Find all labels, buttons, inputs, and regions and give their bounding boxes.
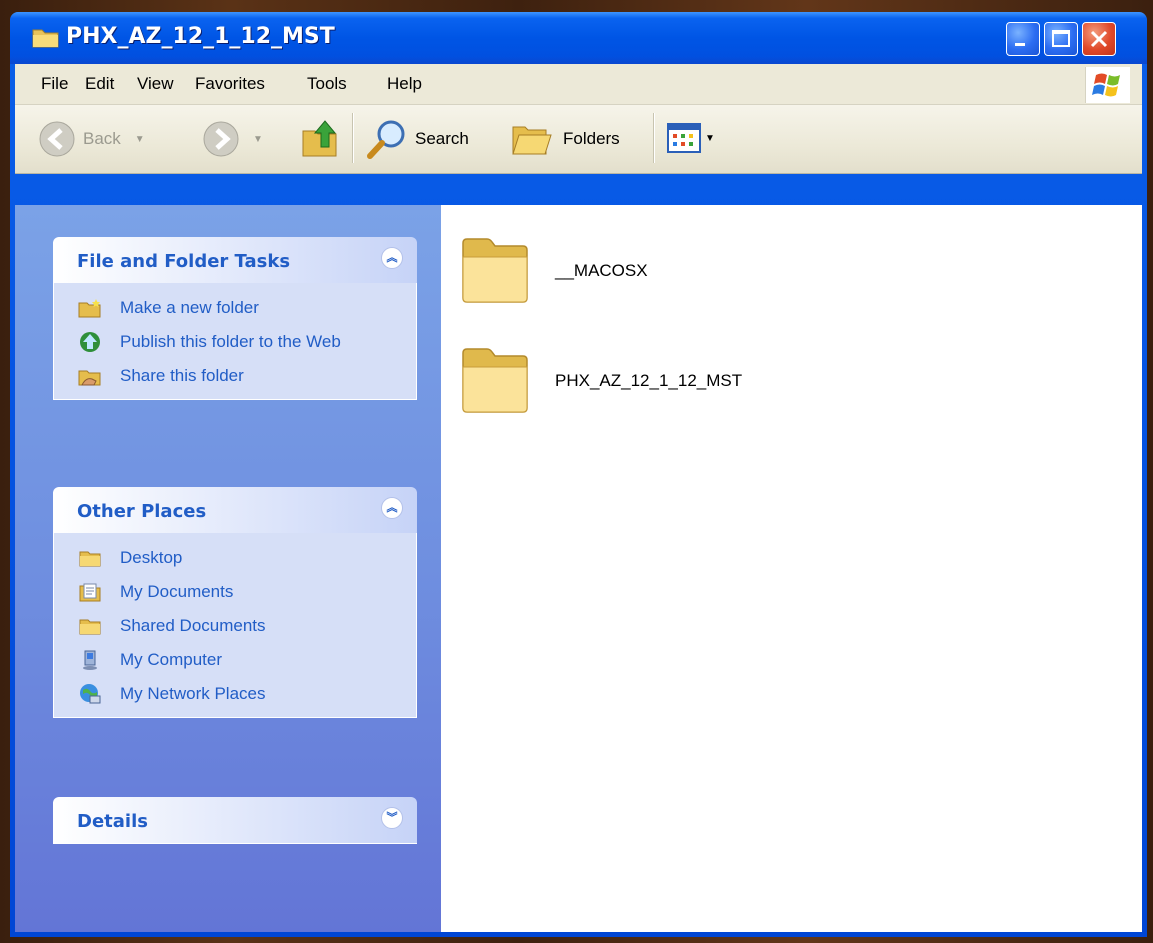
- windows-logo-icon: [1085, 67, 1130, 103]
- place-desktop[interactable]: Desktop: [78, 547, 416, 569]
- folder-icon: [79, 551, 101, 567]
- task-make-new-folder[interactable]: Make a new folder: [78, 297, 416, 319]
- publish-web-icon: [80, 332, 100, 352]
- place-my-network-places[interactable]: My Network Places: [78, 683, 416, 705]
- window-title: PHX_AZ_12_1_12_MST: [66, 24, 335, 49]
- folder-icon: [79, 619, 101, 635]
- place-shared-documents[interactable]: Shared Documents: [78, 615, 416, 637]
- documents-icon: [79, 583, 101, 602]
- views-icon: [667, 123, 701, 153]
- network-icon: [80, 684, 101, 704]
- toolbar-separator: [653, 113, 655, 163]
- up-folder-button[interactable]: [299, 117, 341, 161]
- toolbar-separator: [352, 113, 354, 163]
- views-button[interactable]: ▼: [667, 123, 715, 153]
- menu-help[interactable]: Help: [387, 74, 422, 94]
- search-button[interactable]: Search: [365, 117, 469, 161]
- panel-title: File and Folder Tasks: [77, 251, 291, 272]
- minimize-button[interactable]: [1006, 22, 1040, 56]
- task-share-folder[interactable]: Share this folder: [78, 365, 416, 387]
- folders-icon: [512, 126, 552, 155]
- panel-header[interactable]: Details ︾: [53, 797, 417, 844]
- place-my-computer[interactable]: My Computer: [78, 649, 416, 671]
- place-my-documents[interactable]: My Documents: [78, 581, 416, 603]
- close-icon: [1090, 30, 1108, 48]
- back-dropdown-icon[interactable]: ▼: [135, 134, 145, 145]
- file-name: PHX_AZ_12_1_12_MST: [555, 371, 743, 390]
- views-dropdown-icon[interactable]: ▼: [705, 133, 715, 144]
- collapse-icon[interactable]: ︽: [381, 247, 403, 269]
- toolbar: Back ▼ ▼ Search Folders ▼: [15, 105, 1142, 174]
- title-bar[interactable]: PHX_AZ_12_1_12_MST: [10, 12, 1147, 64]
- maximize-icon: [1052, 30, 1070, 47]
- menu-edit[interactable]: Edit: [85, 74, 114, 94]
- menu-bar: File Edit View Favorites Tools Help: [15, 64, 1142, 105]
- file-name: __MACOSX: [555, 261, 648, 280]
- explorer-body: File and Folder Tasks ︽ Make a new folde…: [15, 205, 1142, 932]
- collapse-icon[interactable]: ︽: [381, 497, 403, 519]
- panel-body: Make a new folder Publish this folder to…: [53, 283, 417, 400]
- maximize-button[interactable]: [1044, 22, 1078, 56]
- minimize-icon: [1015, 43, 1025, 46]
- new-folder-icon: [78, 299, 101, 318]
- file-item[interactable]: PHX_AZ_12_1_12_MST: [461, 345, 742, 417]
- place-label: My Network Places: [120, 684, 266, 703]
- panel-header[interactable]: Other Places ︽: [53, 487, 417, 533]
- task-publish-web[interactable]: Publish this folder to the Web: [78, 331, 416, 353]
- other-places-panel: Other Places ︽ Desktop My Documents Shar…: [53, 487, 417, 718]
- search-label: Search: [415, 129, 469, 148]
- back-arrow-icon: [39, 121, 75, 157]
- place-label: My Documents: [120, 582, 234, 601]
- task-label: Make a new folder: [120, 298, 259, 317]
- menu-view[interactable]: View: [137, 74, 174, 94]
- panel-header[interactable]: File and Folder Tasks ︽: [53, 237, 417, 283]
- share-folder-icon: [78, 370, 101, 386]
- forward-button[interactable]: ▼: [201, 119, 263, 159]
- panel-title: Details: [77, 811, 148, 832]
- expand-icon[interactable]: ︾: [381, 807, 403, 829]
- file-list: __MACOSX PHX_AZ_12_1_12_MST: [441, 205, 1142, 932]
- task-pane: File and Folder Tasks ︽ Make a new folde…: [15, 205, 441, 932]
- task-label: Share this folder: [120, 366, 244, 385]
- panel-title: Other Places: [77, 501, 207, 522]
- task-label: Publish this folder to the Web: [120, 332, 341, 351]
- close-button[interactable]: [1082, 22, 1116, 56]
- place-label: Shared Documents: [120, 616, 266, 635]
- folder-icon: [462, 238, 528, 303]
- place-label: Desktop: [120, 548, 183, 567]
- menu-favorites[interactable]: Favorites: [195, 74, 265, 94]
- file-folder-tasks-panel: File and Folder Tasks ︽ Make a new folde…: [53, 237, 417, 400]
- folders-button[interactable]: Folders: [511, 119, 620, 159]
- forward-dropdown-icon[interactable]: ▼: [253, 134, 263, 145]
- place-label: My Computer: [120, 650, 223, 669]
- file-item[interactable]: __MACOSX: [461, 235, 648, 307]
- folder-icon: [32, 29, 59, 48]
- details-panel: Details ︾: [53, 797, 417, 844]
- forward-arrow-icon: [203, 121, 239, 157]
- panel-body: Desktop My Documents Shared Documents My…: [53, 533, 417, 718]
- computer-icon: [83, 650, 97, 670]
- folder-icon: [462, 348, 528, 413]
- search-icon: [367, 120, 405, 159]
- up-folder-icon: [302, 120, 337, 157]
- menu-file[interactable]: File: [41, 74, 68, 94]
- menu-tools[interactable]: Tools: [307, 74, 347, 94]
- back-button[interactable]: Back ▼: [37, 119, 145, 159]
- back-label: Back: [83, 129, 121, 148]
- explorer-window: PHX_AZ_12_1_12_MST File Edit View Favori…: [10, 12, 1147, 937]
- folders-label: Folders: [563, 129, 620, 148]
